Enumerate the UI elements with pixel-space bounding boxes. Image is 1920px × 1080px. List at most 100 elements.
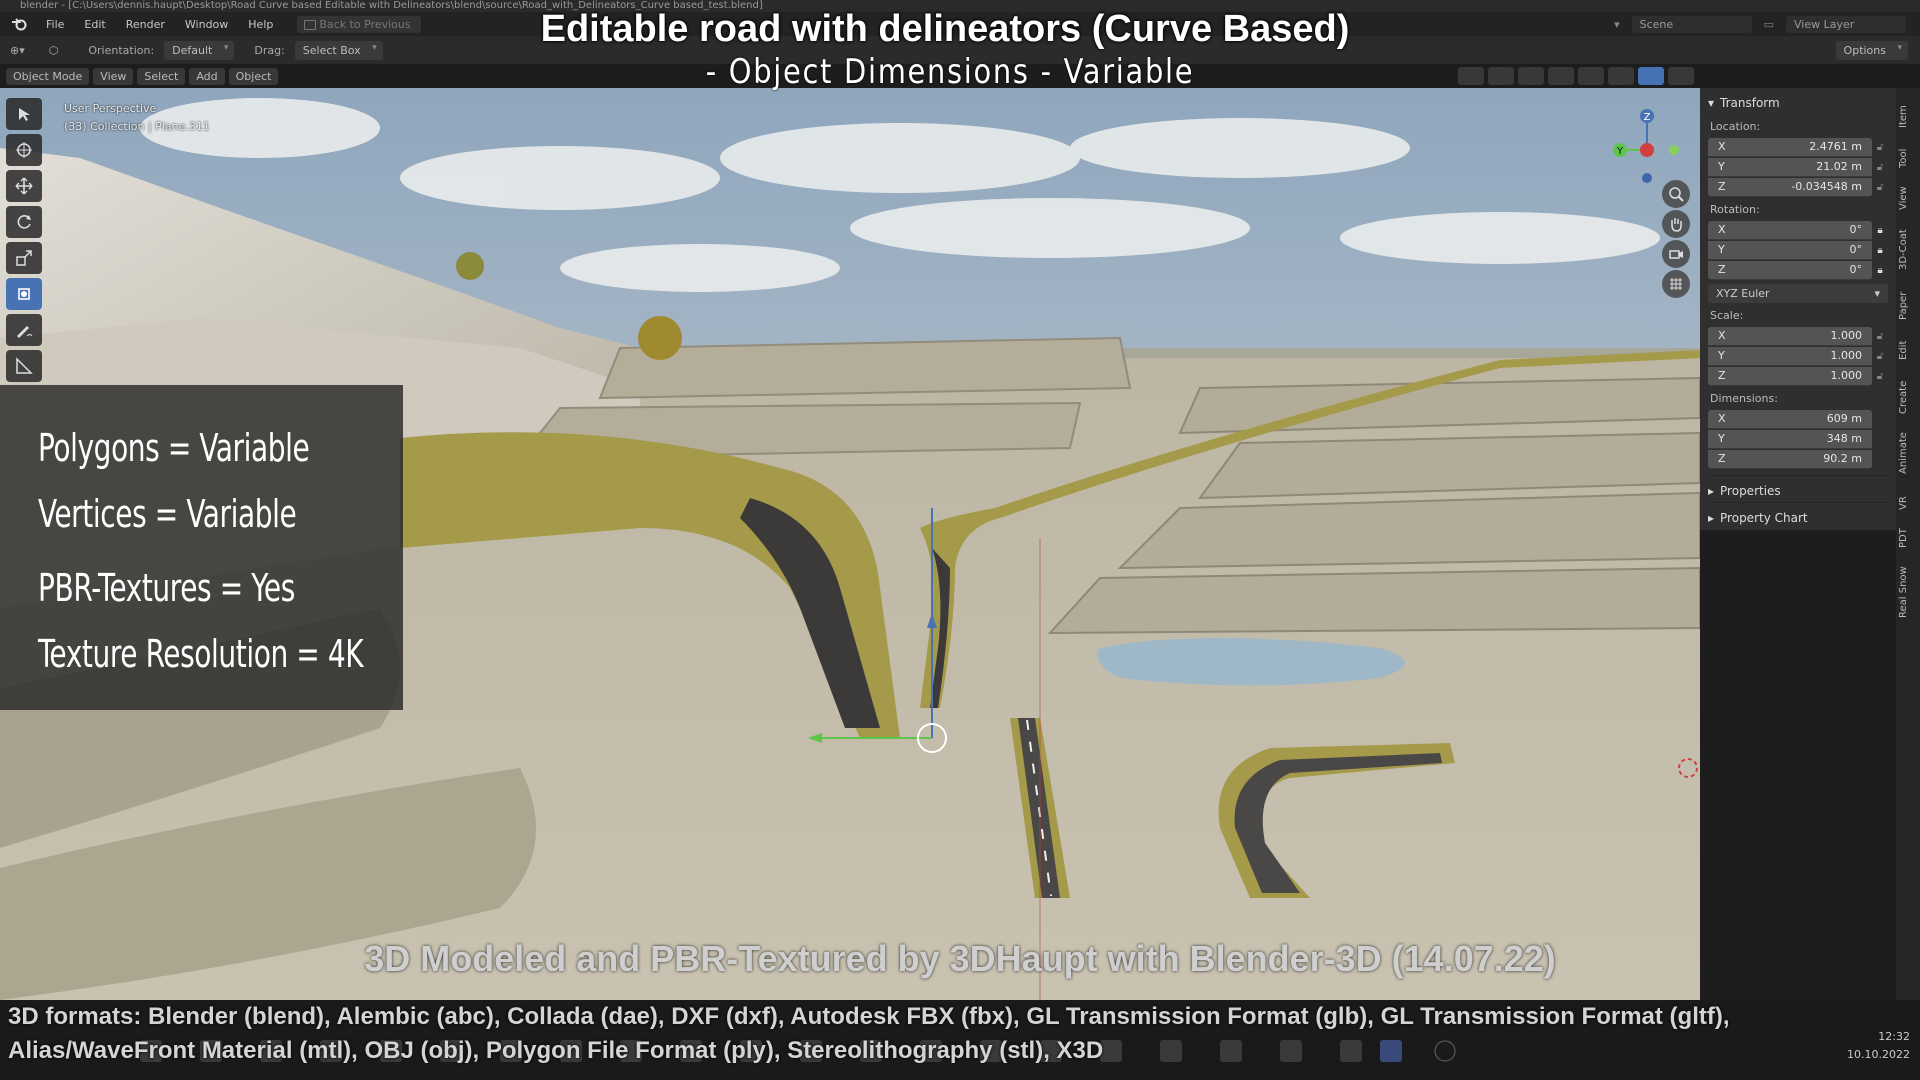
lock-open-icon[interactable]: 🔓︎ [1872, 182, 1888, 193]
axis-label: Y [1718, 432, 1725, 445]
property-chart-title: Property Chart [1720, 511, 1808, 525]
gizmo-x-axis [1640, 143, 1654, 157]
tab-item[interactable]: Item [1898, 105, 1909, 128]
lock-closed-icon[interactable]: 🔒︎ [1872, 225, 1888, 236]
zoom-icon[interactable] [1662, 180, 1690, 208]
axis-label: Z [1718, 369, 1726, 382]
scale-label: Scale: [1710, 309, 1744, 322]
axis-label: X [1718, 412, 1726, 425]
ortho-grid-icon[interactable] [1662, 270, 1690, 298]
scale-y-field[interactable]: Y 1.000 [1708, 346, 1872, 366]
lock-closed-icon[interactable]: 🔒︎ [1872, 265, 1888, 276]
collection-label: (33) Collection | Plane.311 [64, 120, 210, 133]
stat-polygons: Polygons = Variable [38, 426, 310, 470]
location-y-field[interactable]: Y 21.02 m [1708, 157, 1872, 177]
tab-edit[interactable]: Edit [1898, 340, 1909, 360]
tab-3d-coat[interactable]: 3D-Coat [1898, 229, 1909, 270]
credit-text: 3D Modeled and PBR-Textured by 3DHaupt w… [364, 938, 1556, 979]
axis-label: X [1718, 329, 1726, 342]
dimensions-z-field[interactable]: Z 90.2 m [1708, 449, 1872, 469]
scale-z-value: 1.000 [1830, 369, 1863, 382]
transform-title: Transform [1720, 96, 1780, 110]
lock-open-icon[interactable]: 🔓︎ [1872, 351, 1888, 362]
taskbar-clock: 12:32 10.10.2022 [1847, 1028, 1910, 1064]
transform-tool-icon[interactable] [6, 278, 42, 310]
scale-x-field[interactable]: X 1.000 [1708, 326, 1872, 346]
tab-create[interactable]: Create [1898, 381, 1909, 414]
location-x-value: 2.4761 m [1809, 140, 1862, 153]
view-menu[interactable]: View [93, 67, 134, 85]
stat-pbr-textures: PBR-Textures = Yes [38, 566, 295, 610]
dimensions-y-value: 348 m [1826, 432, 1862, 445]
rotation-y-value: 0° [1849, 243, 1863, 256]
tab-pdt[interactable]: PDT [1898, 528, 1909, 548]
formats-text: 3D formats: Blender (blend), Alembic (ab… [8, 1003, 1730, 1064]
sidebar-n-panel: ▾ Transform Location: X 2.4761 m 🔓︎ Y 21.02 … [1700, 88, 1896, 530]
measure-tool-icon[interactable] [6, 350, 42, 382]
lock-open-icon[interactable]: 🔓︎ [1872, 162, 1888, 173]
tab-animate[interactable]: Animate [1898, 432, 1909, 474]
lock-open-icon[interactable]: 🔓︎ [1872, 371, 1888, 382]
axis-label: Z [1718, 180, 1726, 193]
rotation-x-field[interactable]: X 0° [1708, 220, 1872, 240]
rotation-z-field[interactable]: Z 0° [1708, 260, 1872, 280]
dimensions-label: Dimensions: [1710, 392, 1778, 405]
tab-paper[interactable]: Paper [1898, 292, 1909, 320]
rotation-y-field[interactable]: Y 0° [1708, 240, 1872, 260]
location-x-field[interactable]: X 2.4761 m [1708, 137, 1872, 157]
camera-view-icon[interactable] [1662, 240, 1690, 268]
navigation-gizmo[interactable]: Z Y [1600, 100, 1690, 190]
chevron-down-icon: ▾ [1874, 287, 1880, 300]
select-tool-icon[interactable] [6, 98, 42, 130]
tab-view[interactable]: View [1898, 186, 1909, 210]
location-z-field[interactable]: Z -0.034548 m [1708, 177, 1872, 197]
chevron-right-icon: ▸ [1708, 484, 1715, 498]
axis-label: Y [1718, 243, 1725, 256]
move-tool-icon[interactable] [6, 170, 42, 202]
transform-panel-header[interactable]: ▾ Transform [1708, 92, 1888, 114]
axis-label: X [1718, 140, 1726, 153]
annotate-tool-icon[interactable] [6, 314, 42, 346]
clock-time: 12:32 [1878, 1030, 1910, 1043]
overlay-title: Editable road with delineators (Curve Ba… [540, 8, 1350, 50]
scale-tool-icon[interactable] [6, 242, 42, 274]
sidebar-tabs: Item Tool View 3D-Coat Paper Edit Create… [1896, 88, 1920, 1000]
rotation-mode-value: XYZ Euler [1716, 287, 1770, 300]
rotation-label: Rotation: [1710, 203, 1760, 216]
dimensions-x-value: 609 m [1826, 412, 1862, 425]
property-chart-panel-header[interactable]: ▸ Property Chart [1708, 502, 1888, 529]
rotation-mode-dropdown[interactable]: XYZ Euler ▾ [1708, 284, 1888, 303]
axis-label: Z [1718, 452, 1726, 465]
chevron-down-icon: ▾ [1708, 96, 1715, 110]
axis-label: Z [1718, 263, 1726, 276]
location-label: Location: [1710, 120, 1761, 133]
location-z-value: -0.034548 m [1791, 180, 1862, 193]
lock-closed-icon[interactable]: 🔒︎ [1872, 245, 1888, 256]
tab-real-snow[interactable]: Real Snow [1898, 566, 1909, 618]
perspective-label: User Perspective [64, 102, 157, 115]
rotate-tool-icon[interactable] [6, 206, 42, 238]
axis-label: X [1718, 223, 1726, 236]
properties-panel-header[interactable]: ▸ Properties [1708, 475, 1888, 502]
dimensions-y-field[interactable]: Y 348 m [1708, 429, 1872, 449]
viewport-info: User Perspective (33) Collection | Plane… [64, 100, 210, 136]
lock-open-icon[interactable]: 🔓︎ [1872, 142, 1888, 153]
axis-label: Y [1718, 349, 1725, 362]
blender-window: { "window_title": "blender - [C:\\Users\… [0, 0, 1920, 1080]
left-toolbar [6, 98, 46, 382]
tab-tool[interactable]: Tool [1898, 148, 1909, 168]
stat-vertices: Vertices = Variable [38, 492, 297, 536]
scale-x-value: 1.000 [1830, 329, 1863, 342]
lock-open-icon[interactable]: 🔓︎ [1872, 331, 1888, 342]
cursor-tool-icon[interactable] [6, 134, 42, 166]
rotation-z-value: 0° [1849, 263, 1863, 276]
object-mode-dropdown[interactable]: Object Mode [6, 67, 90, 85]
dimensions-x-field[interactable]: X 609 m [1708, 409, 1872, 429]
axis-label: Y [1718, 160, 1725, 173]
tab-vr[interactable]: VR [1898, 490, 1909, 510]
pan-hand-icon[interactable] [1662, 210, 1690, 238]
scale-y-value: 1.000 [1830, 349, 1863, 362]
rotation-x-value: 0° [1849, 223, 1863, 236]
scale-z-field[interactable]: Z 1.000 [1708, 366, 1872, 386]
chevron-right-icon: ▸ [1708, 511, 1715, 525]
